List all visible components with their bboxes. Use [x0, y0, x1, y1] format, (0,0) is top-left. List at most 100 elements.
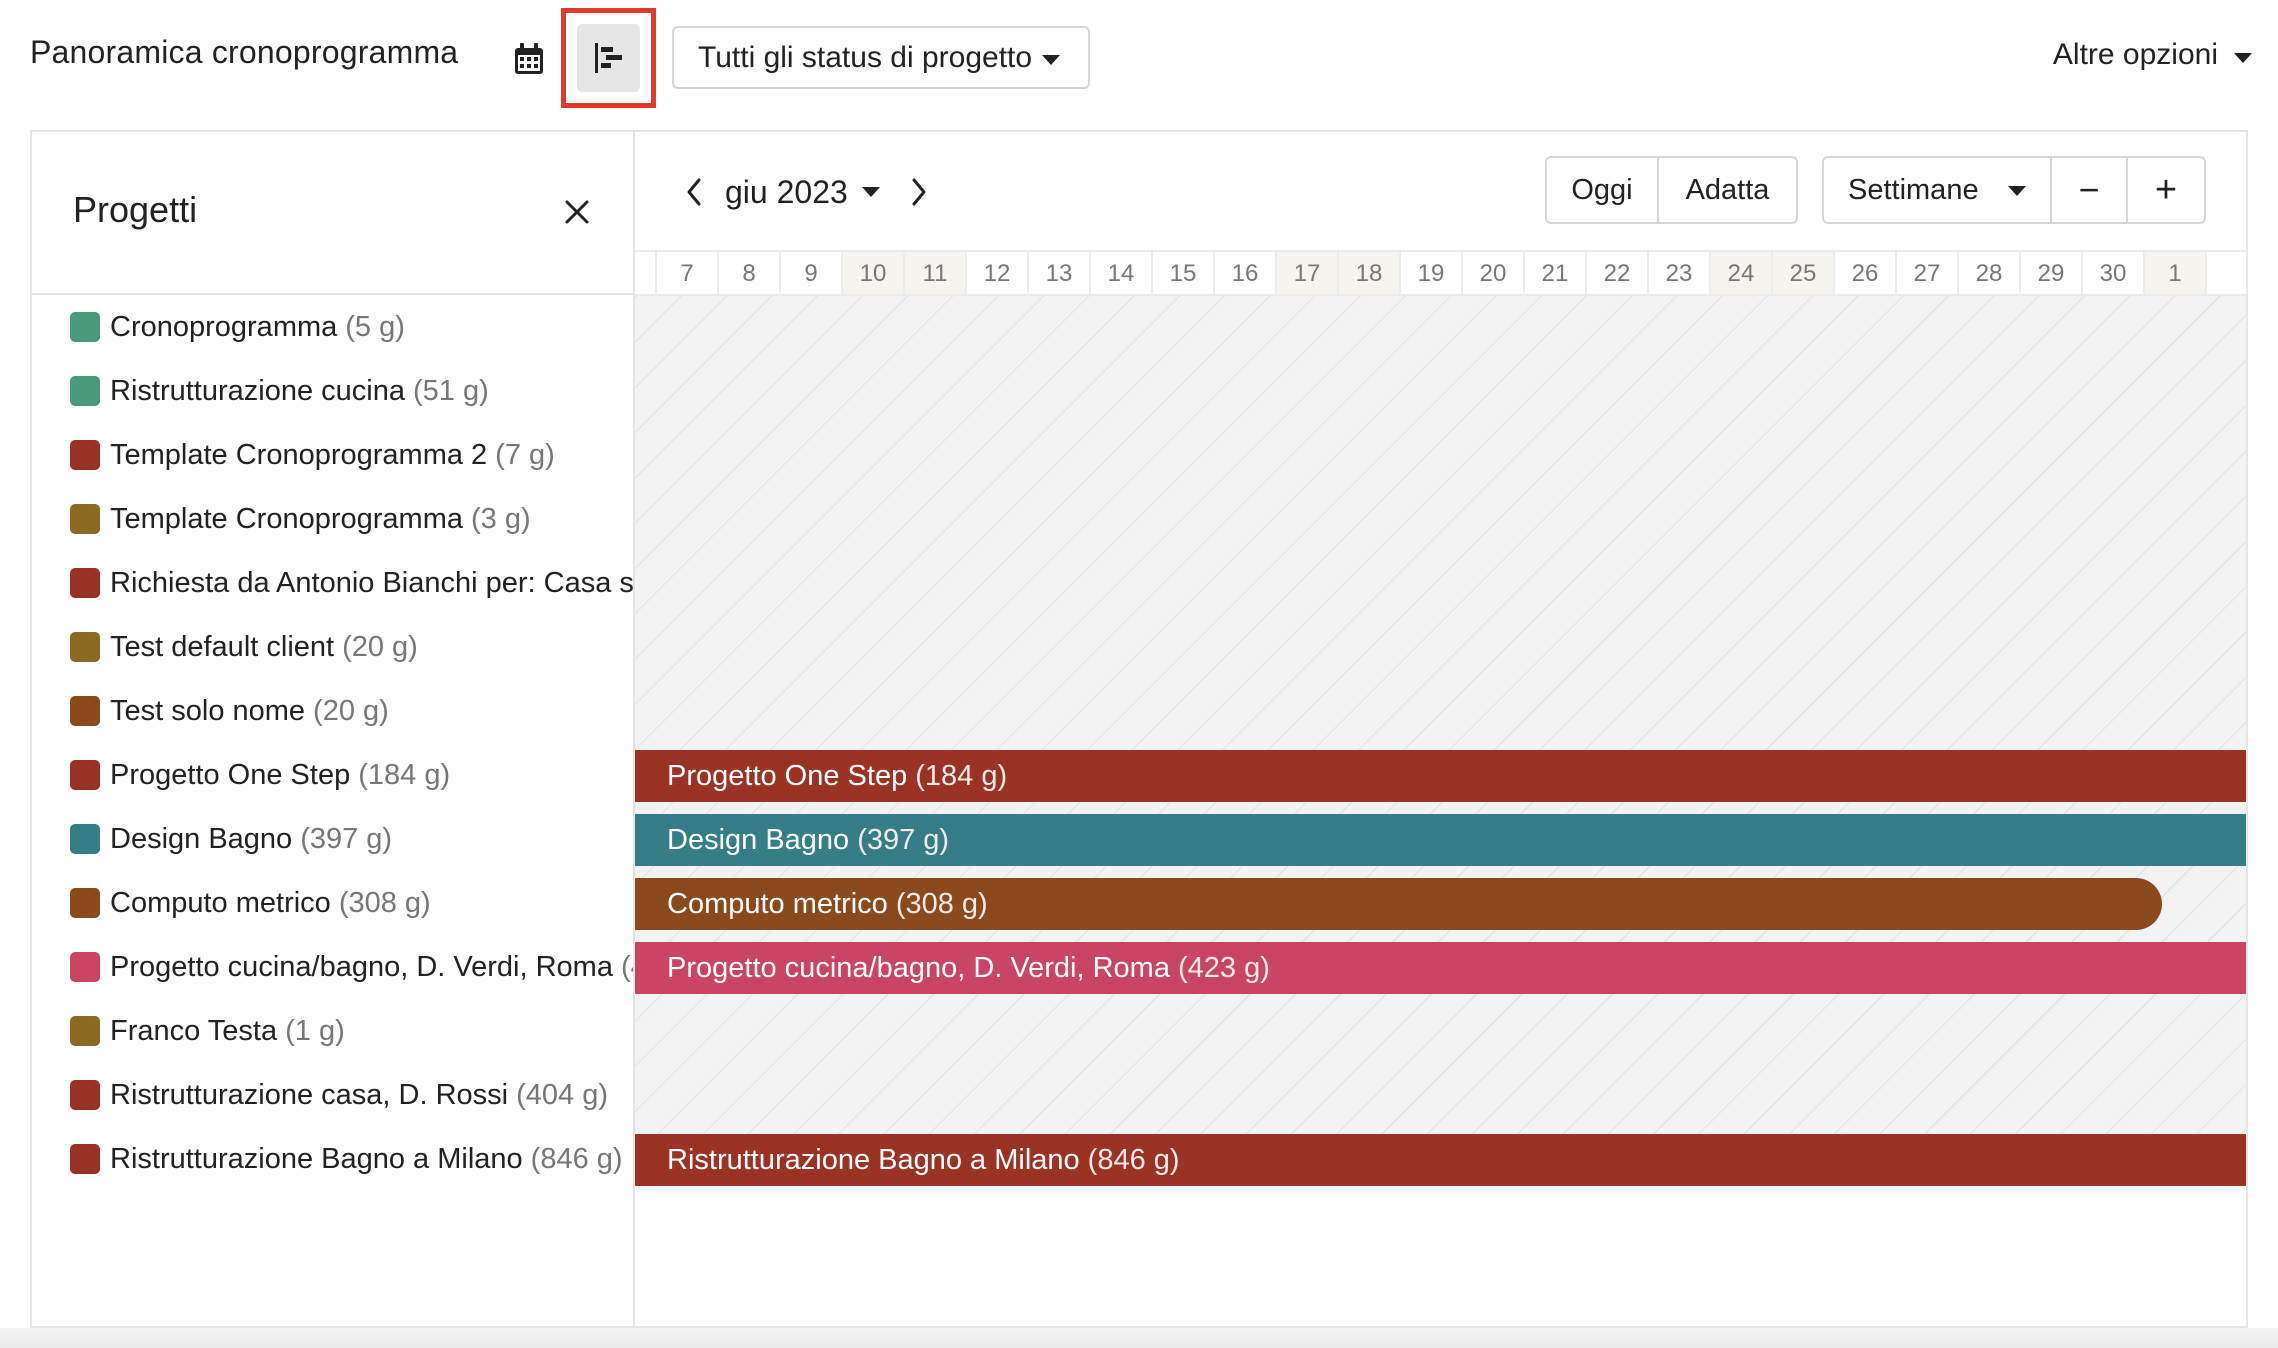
project-list-item[interactable]: Template Cronoprogramma 2 (7 g)	[70, 423, 633, 487]
day-column-header: 13	[1029, 252, 1091, 294]
scale-zoom-group: Settimane − +	[1822, 156, 2206, 224]
zoom-out-button[interactable]: −	[2052, 158, 2128, 222]
gantt-bar-label: Progetto One Step	[667, 759, 908, 792]
gantt-bar-label: Design Bagno	[667, 823, 850, 856]
previous-month-button[interactable]	[677, 175, 711, 209]
gantt-bar[interactable]: Ristrutturazione Bagno a Milano (846 g)	[635, 1134, 2246, 1186]
day-column-header: 14	[1091, 252, 1153, 294]
close-icon	[565, 200, 589, 224]
project-duration: (5 g)	[345, 310, 405, 343]
gantt-bar-label: Computo metrico	[667, 887, 888, 920]
day-column-header: 12	[967, 252, 1029, 294]
project-color-swatch	[70, 312, 100, 342]
day-column-header: 1	[2145, 252, 2207, 294]
day-column-header: 27	[1897, 252, 1959, 294]
projects-list: Cronoprogramma (5 g) Ristrutturazione cuci…	[32, 295, 633, 1325]
chevron-down-icon	[2234, 53, 2252, 63]
month-label[interactable]: giu 2023	[725, 174, 848, 211]
project-duration: (7 g)	[495, 438, 555, 471]
calendar-view-button[interactable]	[505, 30, 553, 88]
project-color-swatch	[70, 760, 100, 790]
chevron-left-icon	[687, 178, 701, 206]
page-title: Panoramica cronoprogramma	[30, 34, 459, 70]
project-list-item[interactable]: Test default client (20 g)	[70, 615, 633, 679]
project-name: Test default client	[110, 630, 335, 663]
next-month-button[interactable]	[902, 175, 936, 209]
zoom-in-button[interactable]: +	[2128, 158, 2204, 222]
calendar-icon	[515, 43, 543, 74]
project-duration: (846 g)	[530, 1142, 623, 1175]
gantt-bar[interactable]: Progetto cucina/bagno, D. Verdi, Roma (42…	[635, 942, 2246, 994]
chevron-down-icon	[1042, 55, 1060, 65]
day-header: 6789101112131415161718192021222324252627…	[635, 250, 2246, 296]
chevron-down-icon[interactable]	[861, 187, 880, 197]
gantt-bar-label: Ristrutturazione Bagno a Milano	[667, 1143, 1080, 1176]
project-color-swatch	[70, 632, 100, 662]
project-list-item[interactable]: Progetto One Step (184 g)	[70, 743, 633, 807]
project-list-item[interactable]: Template Cronoprogramma (3 g)	[70, 487, 633, 551]
day-column-header: 11	[905, 252, 967, 294]
gantt-view-highlight	[561, 8, 656, 108]
project-list-item[interactable]: Design Bagno (397 g)	[70, 807, 633, 871]
day-column-header: 28	[1959, 252, 2021, 294]
today-button[interactable]: Oggi	[1547, 158, 1659, 222]
gantt-bar[interactable]: Design Bagno (397 g)	[635, 814, 2246, 866]
project-name: Progetto cucina/bagno, D. Verdi, Roma	[110, 950, 613, 983]
month-navigator: giu 2023	[677, 170, 936, 214]
day-column-header: 25	[1773, 252, 1835, 294]
project-name: Computo metrico	[110, 886, 331, 919]
day-column-header: 29	[2021, 252, 2083, 294]
project-list-item[interactable]: Ristrutturazione Bagno a Milano (846 g)	[70, 1127, 633, 1191]
page-bottom-edge	[0, 1328, 2278, 1348]
project-list-item[interactable]: Computo metrico (308 g)	[70, 871, 633, 935]
day-column-header: 9	[781, 252, 843, 294]
project-list-item[interactable]: Ristrutturazione cucina (51 g)	[70, 359, 633, 423]
day-column-header: 16	[1215, 252, 1277, 294]
project-color-swatch	[70, 696, 100, 726]
gantt-chart-icon	[594, 43, 622, 73]
project-duration: (3 g)	[470, 502, 531, 535]
project-duration: (308 g)	[338, 886, 431, 919]
project-duration: (51 g)	[412, 374, 489, 407]
project-duration: (404 g)	[516, 1078, 608, 1111]
project-list-item[interactable]: Richiesta da Antonio Bianchi per: Casa s…	[70, 551, 633, 615]
project-color-swatch	[70, 888, 100, 918]
project-list-item[interactable]: Progetto cucina/bagno, D. Verdi, Roma(4	[70, 935, 633, 999]
gantt-bar-label: Progetto cucina/bagno, D. Verdi, Roma	[667, 951, 1170, 984]
gantt-bar[interactable]: Computo metrico (308 g)	[635, 878, 2162, 930]
gantt-bar-duration: (308 g)	[895, 887, 988, 920]
timescale-select[interactable]: Settimane	[1824, 158, 2052, 222]
day-column-header: 10	[843, 252, 905, 294]
more-options-menu[interactable]: Altre opzioni	[2052, 38, 2252, 72]
project-name: Ristrutturazione casa, D. Rossi	[110, 1078, 509, 1111]
gantt-bar[interactable]: Progetto One Step (184 g)	[635, 750, 2246, 802]
project-color-swatch	[70, 504, 100, 534]
project-list-item[interactable]: Cronoprogramma (5 g)	[70, 295, 633, 359]
project-color-swatch	[70, 1144, 100, 1174]
chevron-right-icon	[912, 178, 926, 206]
project-list-item[interactable]: Ristrutturazione casa, D. Rossi (404 g)	[70, 1063, 633, 1127]
gantt-bar-duration: (423 g)	[1177, 951, 1270, 984]
more-options-label: Altre opzioni	[2052, 38, 2218, 71]
top-bar: Panoramica cronoprogramma Tutti gli stat…	[0, 0, 2278, 125]
project-color-swatch	[70, 952, 100, 982]
close-sidebar-button[interactable]	[557, 192, 597, 232]
project-name: Test solo nome	[110, 694, 306, 727]
project-name: Ristrutturazione Bagno a Milano	[110, 1142, 523, 1175]
day-column-header: 23	[1649, 252, 1711, 294]
gantt-bar-duration: (397 g)	[857, 823, 950, 856]
gantt-view-button[interactable]	[577, 24, 640, 92]
today-fit-group: Oggi Adatta	[1545, 156, 1798, 224]
project-list-item[interactable]: Test solo nome (20 g)	[70, 679, 633, 743]
project-duration: (1 g)	[285, 1014, 345, 1047]
project-color-swatch	[70, 1016, 100, 1046]
project-status-filter[interactable]: Tutti gli status di progetto	[672, 26, 1090, 89]
timeline-toolbar: giu 2023 Oggi Adatta Settimane − +	[635, 132, 2246, 250]
project-name: Design Bagno	[110, 822, 293, 855]
day-column-header: 8	[719, 252, 781, 294]
chevron-down-icon	[2008, 186, 2026, 196]
fit-button[interactable]: Adatta	[1659, 158, 1796, 222]
day-column-header: 15	[1153, 252, 1215, 294]
gantt-grid: Progetto One Step (184 g) Design Bagno (397…	[635, 296, 2246, 1186]
project-list-item[interactable]: Franco Testa (1 g)	[70, 999, 633, 1063]
